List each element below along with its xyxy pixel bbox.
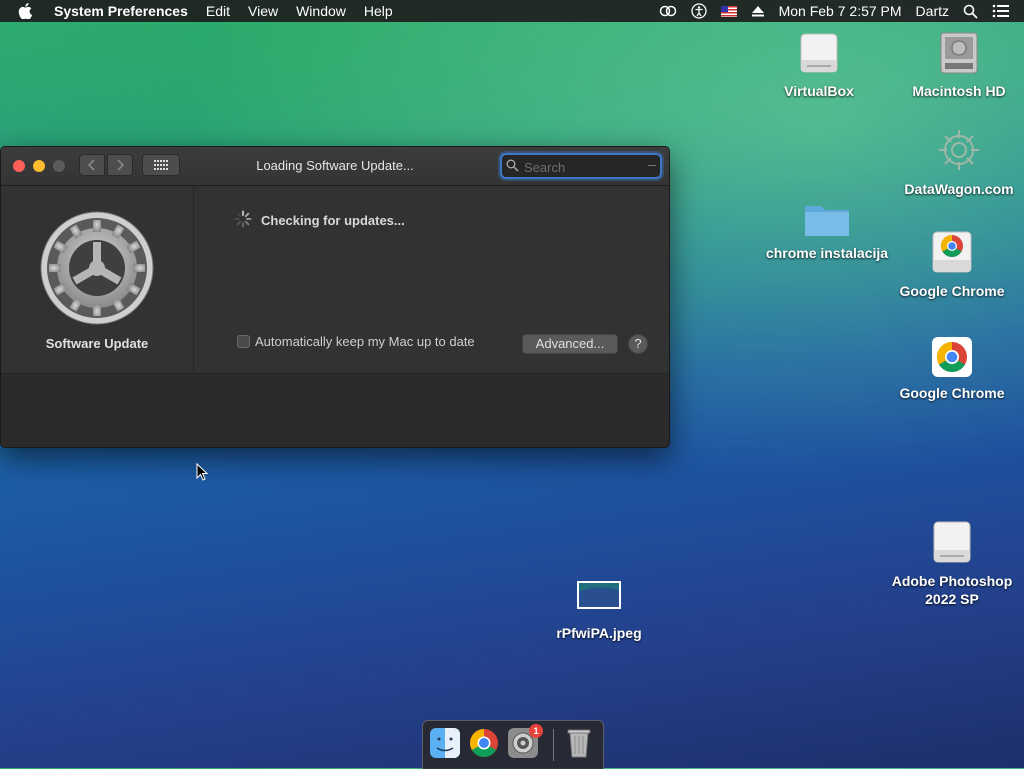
menu-edit[interactable]: Edit <box>206 3 230 19</box>
menu-view[interactable]: View <box>248 3 278 19</box>
back-button[interactable] <box>79 154 105 176</box>
close-button[interactable] <box>13 160 25 172</box>
menu-window[interactable]: Window <box>296 3 346 19</box>
desktop-icon-virtualbox[interactable]: VirtualBox <box>754 30 884 100</box>
chrome-icon <box>932 337 972 377</box>
datawagon-icon <box>939 130 979 170</box>
menubar-user[interactable]: Dartz <box>916 3 949 19</box>
folder-icon <box>805 206 849 236</box>
accessibility-icon[interactable] <box>690 3 707 19</box>
show-all-button[interactable] <box>142 154 180 176</box>
drive-icon <box>933 521 971 563</box>
search-input[interactable] <box>522 157 644 177</box>
notification-badge: 1 <box>529 724 543 738</box>
window-title: Loading Software Update... <box>256 158 414 173</box>
status-text: Checking for updates... <box>261 213 405 228</box>
desktop-icon-rpfwipa-jpeg[interactable]: rPfwiPA.jpeg <box>534 580 664 642</box>
dock: 1 <box>422 720 604 769</box>
dock-separator <box>553 729 554 761</box>
finder-icon[interactable] <box>429 727 461 759</box>
chevron-right-icon <box>117 159 125 171</box>
image-file-icon <box>577 581 621 609</box>
gear-icon <box>40 211 154 325</box>
advanced-button[interactable]: Advanced... <box>522 334 618 354</box>
mouse-cursor-icon <box>196 463 208 481</box>
menubar-clock[interactable]: Mon Feb 7 2:57 PM <box>779 3 902 19</box>
sidebar-label: Software Update <box>45 336 149 351</box>
software-update-window: Loading Software Update... Search Softwa… <box>0 146 670 448</box>
eject-icon[interactable] <box>751 5 765 17</box>
trash-icon[interactable] <box>563 727 595 759</box>
grid-icon <box>154 160 168 170</box>
spinner-icon <box>234 210 252 228</box>
apple-menu-icon[interactable] <box>18 2 36 20</box>
forward-button[interactable] <box>107 154 133 176</box>
chevron-left-icon <box>87 159 95 171</box>
menu-app-name[interactable]: System Preferences <box>54 3 188 19</box>
search-field[interactable] <box>500 153 662 179</box>
desktop-icon-macintosh-hd[interactable]: Macintosh HD <box>894 30 1024 100</box>
spotlight-search-icon[interactable] <box>963 4 978 19</box>
desktop-icon-adobe-photoshop[interactable]: Adobe Photoshop 2022 SP <box>887 520 1017 608</box>
chrome-icon[interactable] <box>468 727 500 759</box>
help-button[interactable]: ? <box>628 334 648 354</box>
desktop-icon-google-chrome-drive[interactable]: Google Chrome <box>887 230 1017 300</box>
auto-update-label[interactable]: Automatically keep my Mac up to date <box>255 334 475 349</box>
menu-bar: System Preferences Edit View Window Help… <box>0 0 1024 22</box>
desktop-icon-datawagon[interactable]: DataWagon.com <box>894 126 1024 198</box>
minimize-button[interactable] <box>33 160 45 172</box>
auto-update-checkbox[interactable] <box>237 335 250 348</box>
search-icon <box>506 159 519 172</box>
drive-icon <box>800 33 838 73</box>
menu-help[interactable]: Help <box>364 3 393 19</box>
hard-disk-icon <box>940 32 978 74</box>
desktop-icon-chrome-instalacija[interactable]: chrome instalacija <box>762 200 892 262</box>
zoom-button[interactable] <box>53 160 65 172</box>
desktop-icon-google-chrome[interactable]: Google Chrome <box>887 336 1017 402</box>
notification-center-icon[interactable] <box>992 4 1010 18</box>
search-clear-icon[interactable] <box>648 165 656 166</box>
lower-pane <box>1 373 669 447</box>
sidebar: Software Update <box>1 186 194 372</box>
chrome-drive-icon <box>932 231 972 273</box>
us-flag-icon[interactable] <box>720 5 737 17</box>
auto-update-row[interactable]: Automatically keep my Mac up to date <box>237 334 475 349</box>
window-titlebar[interactable]: Loading Software Update... <box>1 147 669 186</box>
update-content: Checking for updates... Automatically ke… <box>194 186 669 372</box>
creative-cloud-icon[interactable] <box>659 4 677 18</box>
